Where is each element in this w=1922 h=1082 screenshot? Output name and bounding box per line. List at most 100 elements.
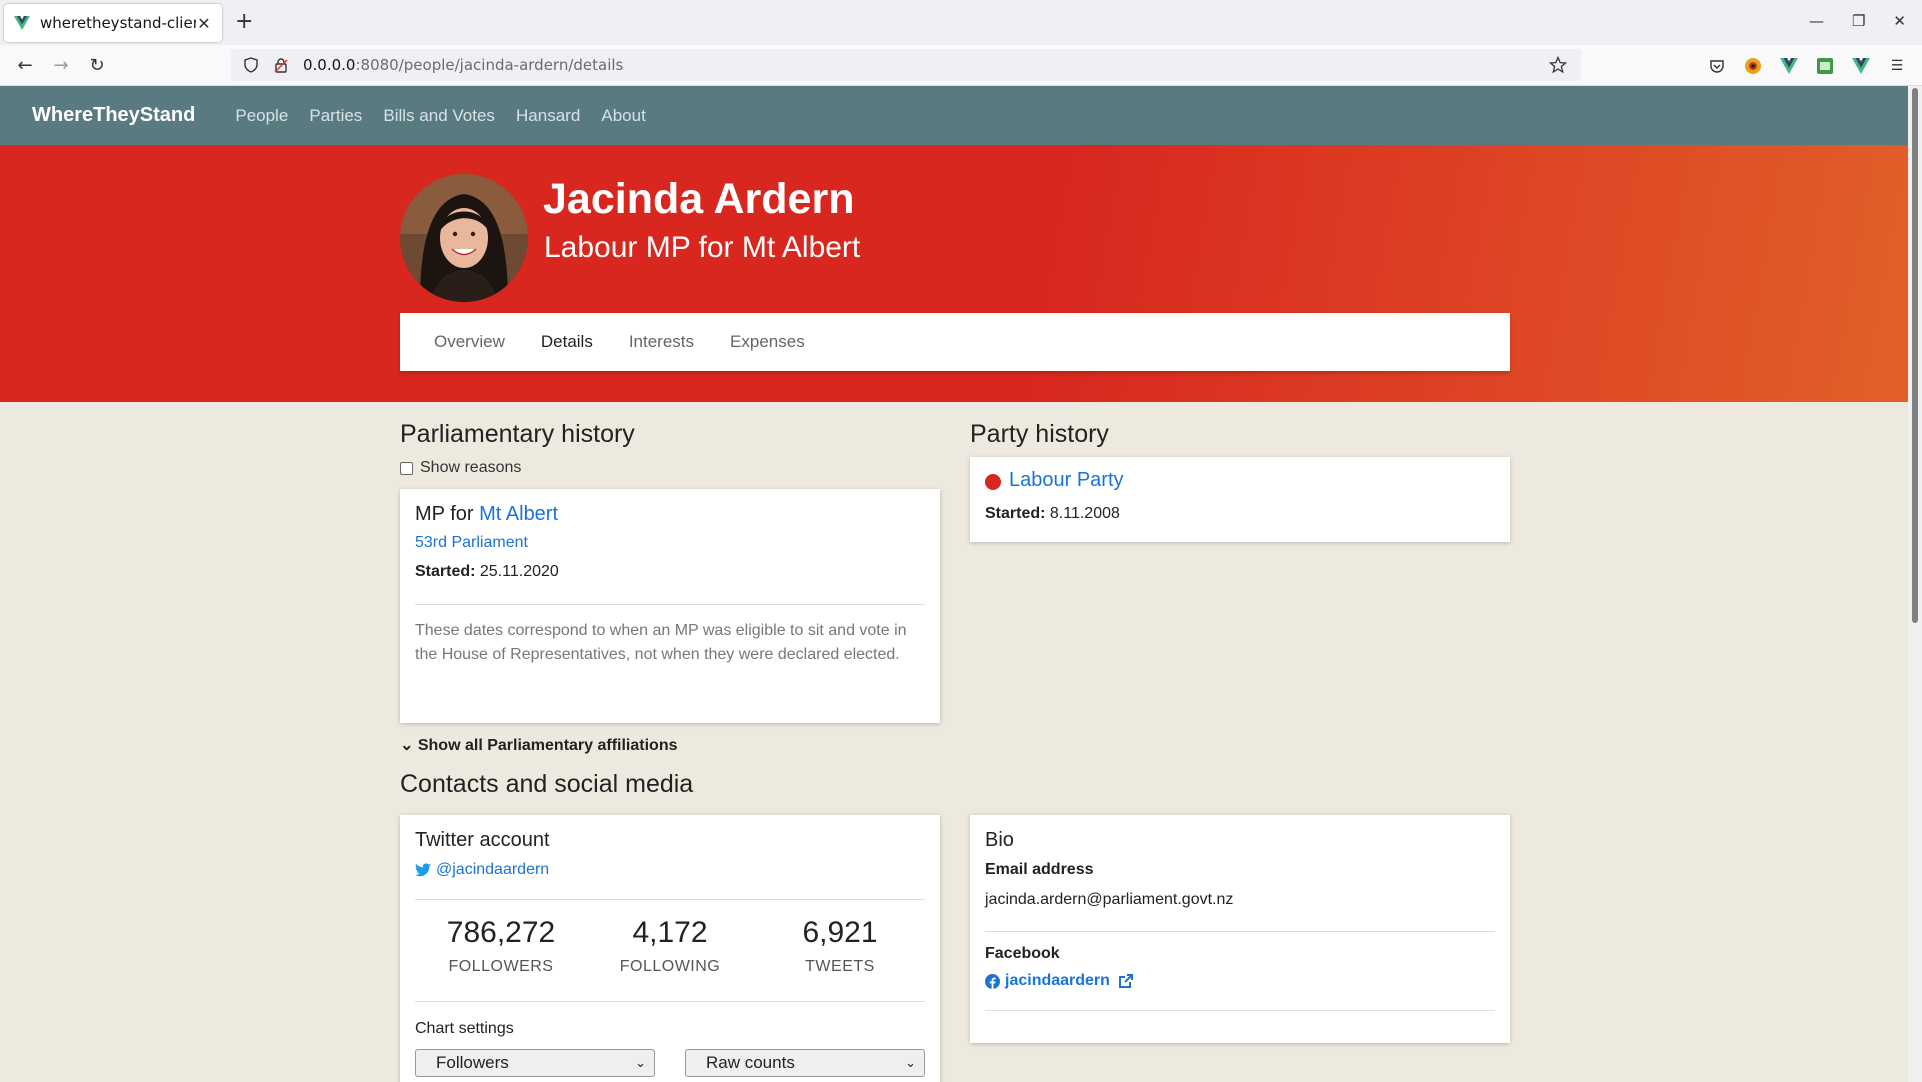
nav-people[interactable]: People: [235, 106, 288, 125]
minimize-icon[interactable]: —: [1809, 12, 1824, 30]
contacts-heading: Contacts and social media: [400, 770, 694, 798]
tab-close-icon[interactable]: ✕: [196, 14, 212, 33]
parliamentary-history-heading: Parliamentary history: [400, 420, 635, 448]
nav-bills-and-votes[interactable]: Bills and Votes: [383, 106, 495, 125]
insecure-lock-icon: [274, 58, 288, 73]
page-viewport: WhereTheyStand People Parties Bills and …: [0, 86, 1908, 1082]
facebook-icon: [985, 973, 1000, 989]
forward-icon[interactable]: →: [50, 55, 72, 77]
email-value[interactable]: jacinda.ardern@parliament.govt.nz: [985, 891, 1233, 909]
pocket-icon[interactable]: [1706, 55, 1728, 77]
scrollbar[interactable]: [1908, 86, 1922, 1082]
shield-icon: [244, 57, 258, 73]
person-name: Jacinda Ardern: [543, 175, 855, 223]
party-history-heading: Party history: [970, 420, 1109, 448]
dates-note: These dates correspond to when an MP was…: [415, 622, 907, 663]
bio-card: Bio Email address jacinda.ardern@parliam…: [970, 815, 1510, 1043]
divider: [415, 1001, 925, 1002]
portrait-image: [400, 174, 528, 302]
metric-select[interactable]: Followers ⌄: [415, 1049, 655, 1077]
divider: [415, 604, 925, 605]
followers-stat: 786,272 FOLLOWERS: [416, 916, 586, 976]
show-all-affiliations[interactable]: ⌄ Show all Parliamentary affiliations: [400, 735, 678, 755]
window-close-icon[interactable]: ✕: [1893, 12, 1906, 30]
tab-interests[interactable]: Interests: [629, 332, 694, 352]
mp-for-prefix: MP for: [415, 503, 474, 525]
restore-icon[interactable]: ❐: [1852, 12, 1865, 30]
new-tab-button[interactable]: +: [235, 9, 253, 35]
chart-settings-label: Chart settings: [415, 1020, 514, 1037]
menu-icon[interactable]: ☰: [1886, 55, 1908, 77]
nav-about[interactable]: About: [601, 106, 645, 125]
reload-icon[interactable]: ↻: [86, 55, 108, 77]
followers-label: FOLLOWERS: [448, 958, 554, 975]
show-reasons-label: Show reasons: [420, 459, 522, 476]
back-icon[interactable]: ←: [14, 55, 36, 77]
vue-favicon-icon: [14, 16, 30, 30]
extension-color-icon[interactable]: [1742, 55, 1764, 77]
checkbox-box[interactable]: [400, 461, 413, 475]
started-label: Started:: [415, 563, 476, 580]
mode-select-value: Raw counts: [706, 1053, 795, 1072]
started-value: 25.11.2020: [479, 563, 559, 580]
avatar: [400, 174, 528, 302]
tab-details[interactable]: Details: [541, 332, 593, 352]
parliament-started: Started: 25.11.2020: [415, 563, 559, 581]
facebook-link[interactable]: jacindaardern: [1005, 972, 1110, 990]
vue-extension-icon[interactable]: [1850, 55, 1872, 77]
chevron-down-icon: ⌄: [400, 737, 414, 754]
divider: [985, 931, 1495, 932]
chevron-down-icon: ⌄: [905, 1055, 916, 1070]
nav-hansard[interactable]: Hansard: [516, 106, 580, 125]
bio-title: Bio: [985, 829, 1014, 851]
party-started-value: 8.11.2008: [1049, 505, 1120, 522]
bookmark-star-icon[interactable]: [1549, 56, 1567, 74]
twitter-handle-row[interactable]: @jacindaardern: [415, 861, 549, 879]
tweets-count: 6,921: [802, 916, 878, 949]
facebook-row[interactable]: jacindaardern: [985, 972, 1134, 990]
facebook-label: Facebook: [985, 945, 1060, 962]
followers-count: 786,272: [446, 916, 556, 949]
party-started-label: Started:: [985, 505, 1046, 522]
twitter-handle[interactable]: @jacindaardern: [436, 861, 549, 879]
mode-select[interactable]: Raw counts ⌄: [685, 1049, 925, 1077]
browser-tabbar: wheretheystand-client ✕ + — ❐ ✕: [0, 0, 1922, 45]
show-all-label: Show all Parliamentary affiliations: [417, 737, 678, 754]
vue-devtools-icon[interactable]: [1778, 55, 1800, 77]
scrollbar-thumb[interactable]: [1912, 88, 1918, 623]
address-bar[interactable]: 0.0.0.0:8080/people/jacinda-ardern/detai…: [231, 49, 1581, 81]
parliament-link[interactable]: 53rd Parliament: [415, 534, 528, 552]
party-card: Labour Party Started: 8.11.2008: [970, 457, 1510, 542]
twitter-card: Twitter account @jacindaardern 786,272 F…: [400, 815, 940, 1082]
metric-select-value: Followers: [436, 1053, 509, 1072]
following-count: 4,172: [632, 916, 708, 949]
extensions-toolbar: ☰: [1706, 55, 1908, 77]
url-path: :8080/people/jacinda-ardern/details: [355, 56, 624, 74]
tweets-stat: 6,921 TWEETS: [755, 916, 925, 976]
twitter-title: Twitter account: [415, 829, 550, 851]
divider: [985, 1010, 1495, 1011]
mp-for-line: MP for Mt Albert: [415, 503, 558, 526]
person-role: Labour MP for Mt Albert: [544, 231, 861, 264]
divider: [415, 899, 925, 900]
profile-hero: Jacinda Ardern Labour MP for Mt Albert O…: [0, 145, 1908, 402]
email-label: Email address: [985, 861, 1094, 878]
party-link[interactable]: Labour Party: [1009, 469, 1124, 492]
twitter-icon: [415, 863, 431, 877]
party-started: Started: 8.11.2008: [985, 505, 1120, 523]
following-label: FOLLOWING: [619, 958, 721, 975]
chevron-down-icon: ⌄: [635, 1055, 646, 1070]
site-brand[interactable]: WhereTheyStand: [32, 104, 195, 127]
extension-badge-icon[interactable]: [1814, 55, 1836, 77]
tab-title: wheretheystand-client: [40, 14, 196, 32]
electorate-link[interactable]: Mt Albert: [479, 503, 558, 525]
nav-parties[interactable]: Parties: [309, 106, 362, 125]
show-reasons-checkbox[interactable]: Show reasons: [400, 459, 521, 477]
browser-navbar: ← → ↻ 0.0.0.0:8080/people/jacinda-ardern…: [0, 45, 1922, 86]
tab-expenses[interactable]: Expenses: [730, 332, 805, 352]
browser-tab[interactable]: wheretheystand-client ✕: [4, 4, 222, 42]
window-controls: — ❐ ✕: [1809, 12, 1906, 30]
tab-overview[interactable]: Overview: [434, 332, 505, 352]
site-header: WhereTheyStand People Parties Bills and …: [0, 86, 1908, 145]
party-color-dot: [985, 474, 1001, 490]
